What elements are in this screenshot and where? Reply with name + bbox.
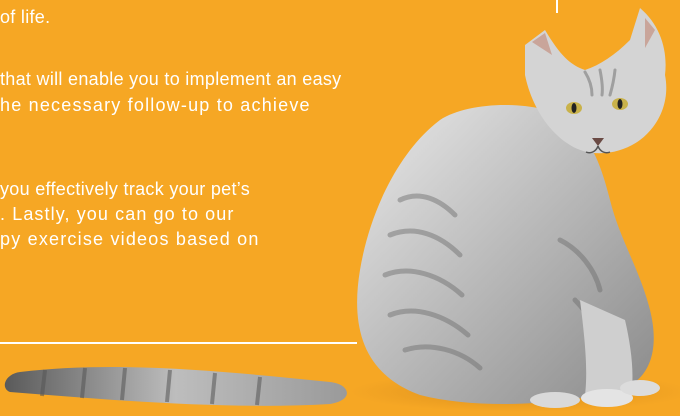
cat-paw — [530, 392, 580, 408]
cat-tail — [4, 366, 347, 406]
hero-section: of life. that will enable you to impleme… — [0, 0, 680, 416]
cat-image — [4, 8, 680, 412]
cat-paw — [620, 380, 660, 396]
